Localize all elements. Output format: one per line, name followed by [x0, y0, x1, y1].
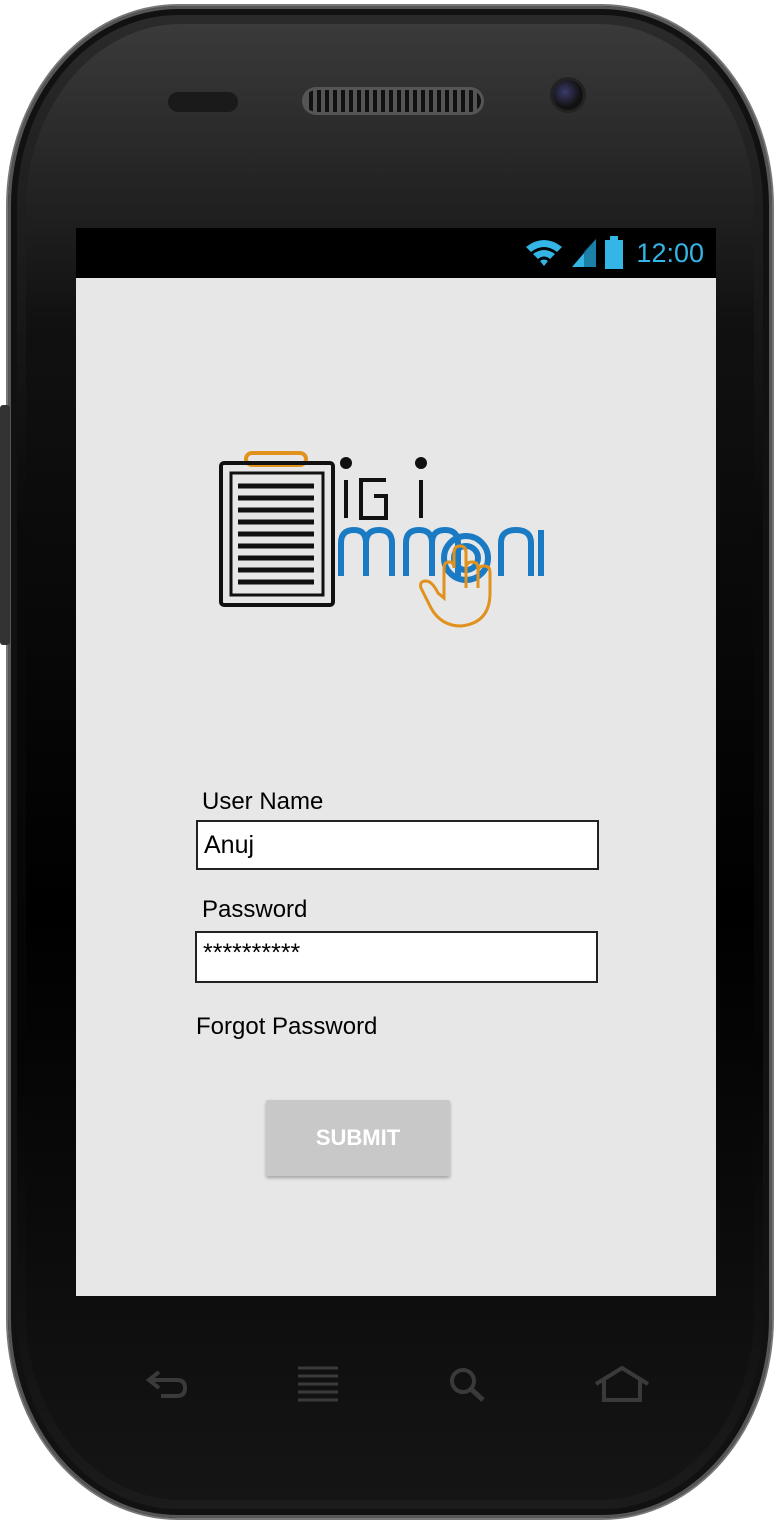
menu-button[interactable]	[288, 1358, 348, 1410]
search-icon	[450, 1368, 485, 1402]
back-icon	[145, 1370, 188, 1398]
password-label: Password	[202, 896, 308, 923]
username-input[interactable]: Anuj	[196, 820, 599, 870]
menu-icon	[298, 1366, 338, 1402]
password-input[interactable]: **********	[195, 931, 598, 983]
forgot-password-link[interactable]: Forgot Password	[196, 1013, 377, 1041]
home-button[interactable]	[592, 1358, 652, 1410]
status-clock: 12:00	[636, 237, 704, 268]
digimon-logo	[219, 451, 544, 628]
front-camera	[553, 80, 583, 110]
back-button[interactable]	[136, 1358, 196, 1410]
status-bar: 12:00	[76, 228, 716, 278]
username-label: User Name	[202, 788, 324, 815]
earpiece-speaker	[305, 90, 481, 112]
wifi-icon	[526, 240, 563, 266]
volume-button	[0, 405, 10, 645]
nav-bar	[76, 1350, 716, 1420]
home-icon	[594, 1365, 650, 1402]
battery-icon	[605, 236, 624, 269]
app-screen: 12:00 User Name Anuj Password **********…	[76, 228, 716, 1296]
search-button[interactable]	[438, 1358, 498, 1410]
signal-icon	[572, 239, 597, 267]
proximity-sensor	[168, 92, 238, 112]
submit-button[interactable]: SUBMIT	[266, 1100, 450, 1176]
